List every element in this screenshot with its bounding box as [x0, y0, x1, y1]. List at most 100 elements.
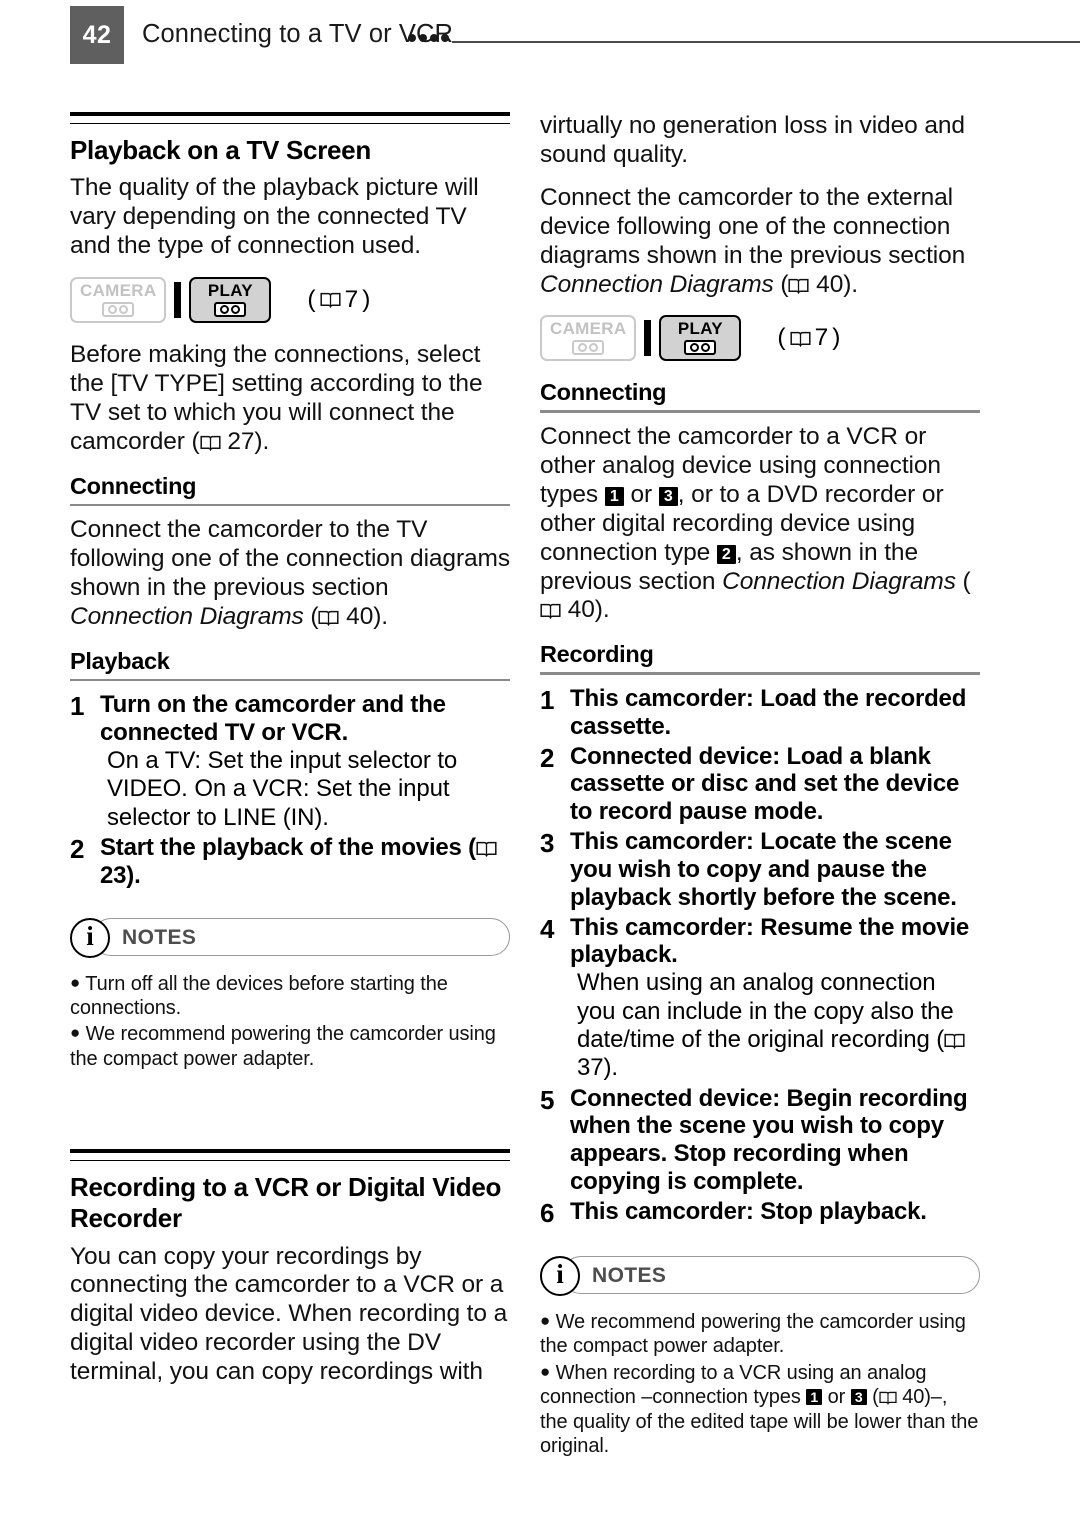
- bullet-icon: ●: [540, 1310, 551, 1330]
- mode-badge-camera: CAMERA: [70, 276, 167, 323]
- step-title: This camcorder: Resume the movie playbac…: [570, 913, 970, 969]
- header-rule: [452, 41, 1080, 43]
- right-column: virtually no generation loss in video an…: [540, 112, 980, 1460]
- subheading-label: Connecting: [70, 472, 197, 499]
- subheading-label: Playback: [70, 647, 170, 674]
- step-title: This camcorder: Locate the scene you wis…: [570, 828, 957, 911]
- paren-open: (: [307, 285, 316, 313]
- list-item: 6 This camcorder: Stop playback.: [540, 1198, 980, 1228]
- mode-badge-camera: CAMERA: [540, 315, 637, 362]
- connect-page: 40: [816, 270, 844, 298]
- step-title-text-b: ).: [126, 861, 141, 889]
- connecting-italic-ref: Connection Diagrams: [722, 567, 956, 595]
- step-number: 3: [540, 828, 555, 859]
- notes-label: NOTES: [122, 925, 197, 949]
- subheading-rule: [70, 678, 510, 682]
- tv-type-page: 27: [227, 427, 255, 455]
- mode-badge-camera-label: CAMERA: [550, 319, 627, 339]
- intro-paragraph: The quality of the playback picture will…: [70, 174, 479, 259]
- connecting-text-a: Connect the camcorder to the TV followin…: [70, 516, 511, 601]
- step-title: This camcorder: Stop playback.: [570, 1197, 927, 1225]
- note-item: ● Turn off all the devices before starti…: [70, 972, 510, 1021]
- connecting-p-b: or: [623, 480, 659, 508]
- subheading-playback: Playback: [70, 648, 510, 682]
- mode-badge-play-label: PLAY: [677, 319, 723, 339]
- reference-page-number: 7: [344, 285, 359, 313]
- step-number: 1: [540, 684, 555, 715]
- step-title: Start the playback of the movies ( 23).: [100, 834, 510, 890]
- step-detail-page: 37: [577, 1054, 604, 1082]
- mode-badge-play: PLAY: [659, 315, 742, 362]
- mode-page-reference: ( 7 ): [307, 286, 370, 314]
- connecting-text-c: ).: [373, 602, 388, 630]
- step-number: 6: [540, 1197, 555, 1228]
- list-item: 4 This camcorder: Resume the movie playb…: [540, 914, 980, 1083]
- note-item: ● We recommend powering the camcorder us…: [540, 1310, 980, 1359]
- cassette-tape-icon: [684, 340, 717, 356]
- book-icon: [318, 609, 340, 626]
- notes-box-right: i NOTES: [540, 1255, 980, 1296]
- left-column: Playback on a TV Screen The quality of t…: [70, 112, 510, 1401]
- list-item: 1 This camcorder: Load the recorded cass…: [540, 685, 980, 741]
- connecting-p-e: (: [955, 567, 971, 595]
- playback-steps-list: 1 Turn on the camcorder and the connecte…: [70, 691, 510, 889]
- book-icon: [200, 434, 221, 451]
- step-content: This camcorder: Locate the scene you wis…: [570, 828, 980, 911]
- tv-type-paragraph: Before making the connections, select th…: [70, 341, 510, 457]
- note-text: We recommend powering the camcorder usin…: [70, 1023, 496, 1070]
- step-detail: On a TV: Set the input selector to VIDEO…: [107, 747, 458, 831]
- connecting-page: 40: [346, 602, 374, 630]
- recording-steps-list: 1 This camcorder: Load the recorded cass…: [540, 685, 980, 1228]
- connecting-p-f: ).: [594, 596, 610, 624]
- reference-page-number: 7: [814, 324, 829, 352]
- step-detail-a: When using an analog connection you can …: [577, 969, 954, 1053]
- list-item: 5 Connected device: Begin recording when…: [540, 1085, 980, 1196]
- connection-type-badge-2: 2: [716, 544, 736, 564]
- step-title: Connected device: Begin recording when t…: [570, 1084, 968, 1195]
- subheading-label: Recording: [540, 641, 654, 668]
- connect-external-paragraph: Connect the camcorder to the external de…: [540, 184, 980, 300]
- mode-badge-camera-label: CAMERA: [80, 280, 157, 300]
- connecting-types-paragraph: Connect the camcorder to a VCR or other …: [540, 423, 980, 625]
- note-page: 40: [902, 1386, 925, 1409]
- page-number-badge: 42: [70, 6, 124, 64]
- tv-type-text-a: Before making the connections, select th…: [70, 340, 483, 455]
- list-item: 1 Turn on the camcorder and the connecte…: [70, 691, 510, 832]
- connect-italic-ref: Connection Diagrams: [540, 270, 774, 298]
- book-icon: [944, 1032, 965, 1049]
- step-number: 4: [540, 913, 555, 944]
- info-icon: i: [70, 917, 110, 958]
- notes-box-left: i NOTES: [70, 917, 510, 958]
- mode-separator: [644, 320, 652, 357]
- subheading-rule: [540, 672, 980, 675]
- book-icon: [879, 1390, 897, 1406]
- paren-close: ): [832, 324, 841, 352]
- connect-text-b: (: [773, 270, 789, 298]
- list-item: 3 This camcorder: Locate the scene you w…: [540, 828, 980, 911]
- cassette-tape-icon: [572, 340, 605, 356]
- note-item: ● When recording to a VCR using an analo…: [540, 1361, 980, 1459]
- step-number: 1: [70, 691, 85, 722]
- mode-badge-row-recording: CAMERA PLAY ( 7 ): [540, 315, 980, 362]
- subheading-label: Connecting: [540, 379, 667, 406]
- header-dots-decoration: [408, 34, 449, 42]
- section-title: Recording to a VCR or Digital Video Recor…: [70, 1172, 510, 1234]
- book-icon: [788, 277, 810, 294]
- subheading-recording: Recording: [540, 641, 980, 675]
- note-text-mid: or: [822, 1386, 851, 1409]
- connect-text-a: Connect the camcorder to the external de…: [540, 183, 966, 269]
- subheading-rule: [70, 503, 510, 507]
- note-item: ● We recommend powering the camcorder us…: [70, 1022, 510, 1071]
- step-number: 5: [540, 1084, 555, 1115]
- section2-intro-paragraph: You can copy your recordings by connecti…: [70, 1242, 508, 1386]
- book-icon: [476, 840, 497, 857]
- bullet-icon: ●: [70, 972, 81, 992]
- paren-close: ): [362, 285, 371, 313]
- bullet-icon: ●: [70, 1023, 81, 1043]
- section-title-line2: Recorder: [70, 1203, 182, 1234]
- note-text: We recommend powering the camcorder usin…: [540, 1310, 966, 1358]
- step-content: Connected device: Begin recording when t…: [570, 1085, 980, 1196]
- list-item: 2 Start the playback of the movies ( 23)…: [70, 834, 510, 890]
- connection-type-badge-1: 1: [806, 1389, 823, 1406]
- tv-type-text-b: ).: [254, 427, 270, 455]
